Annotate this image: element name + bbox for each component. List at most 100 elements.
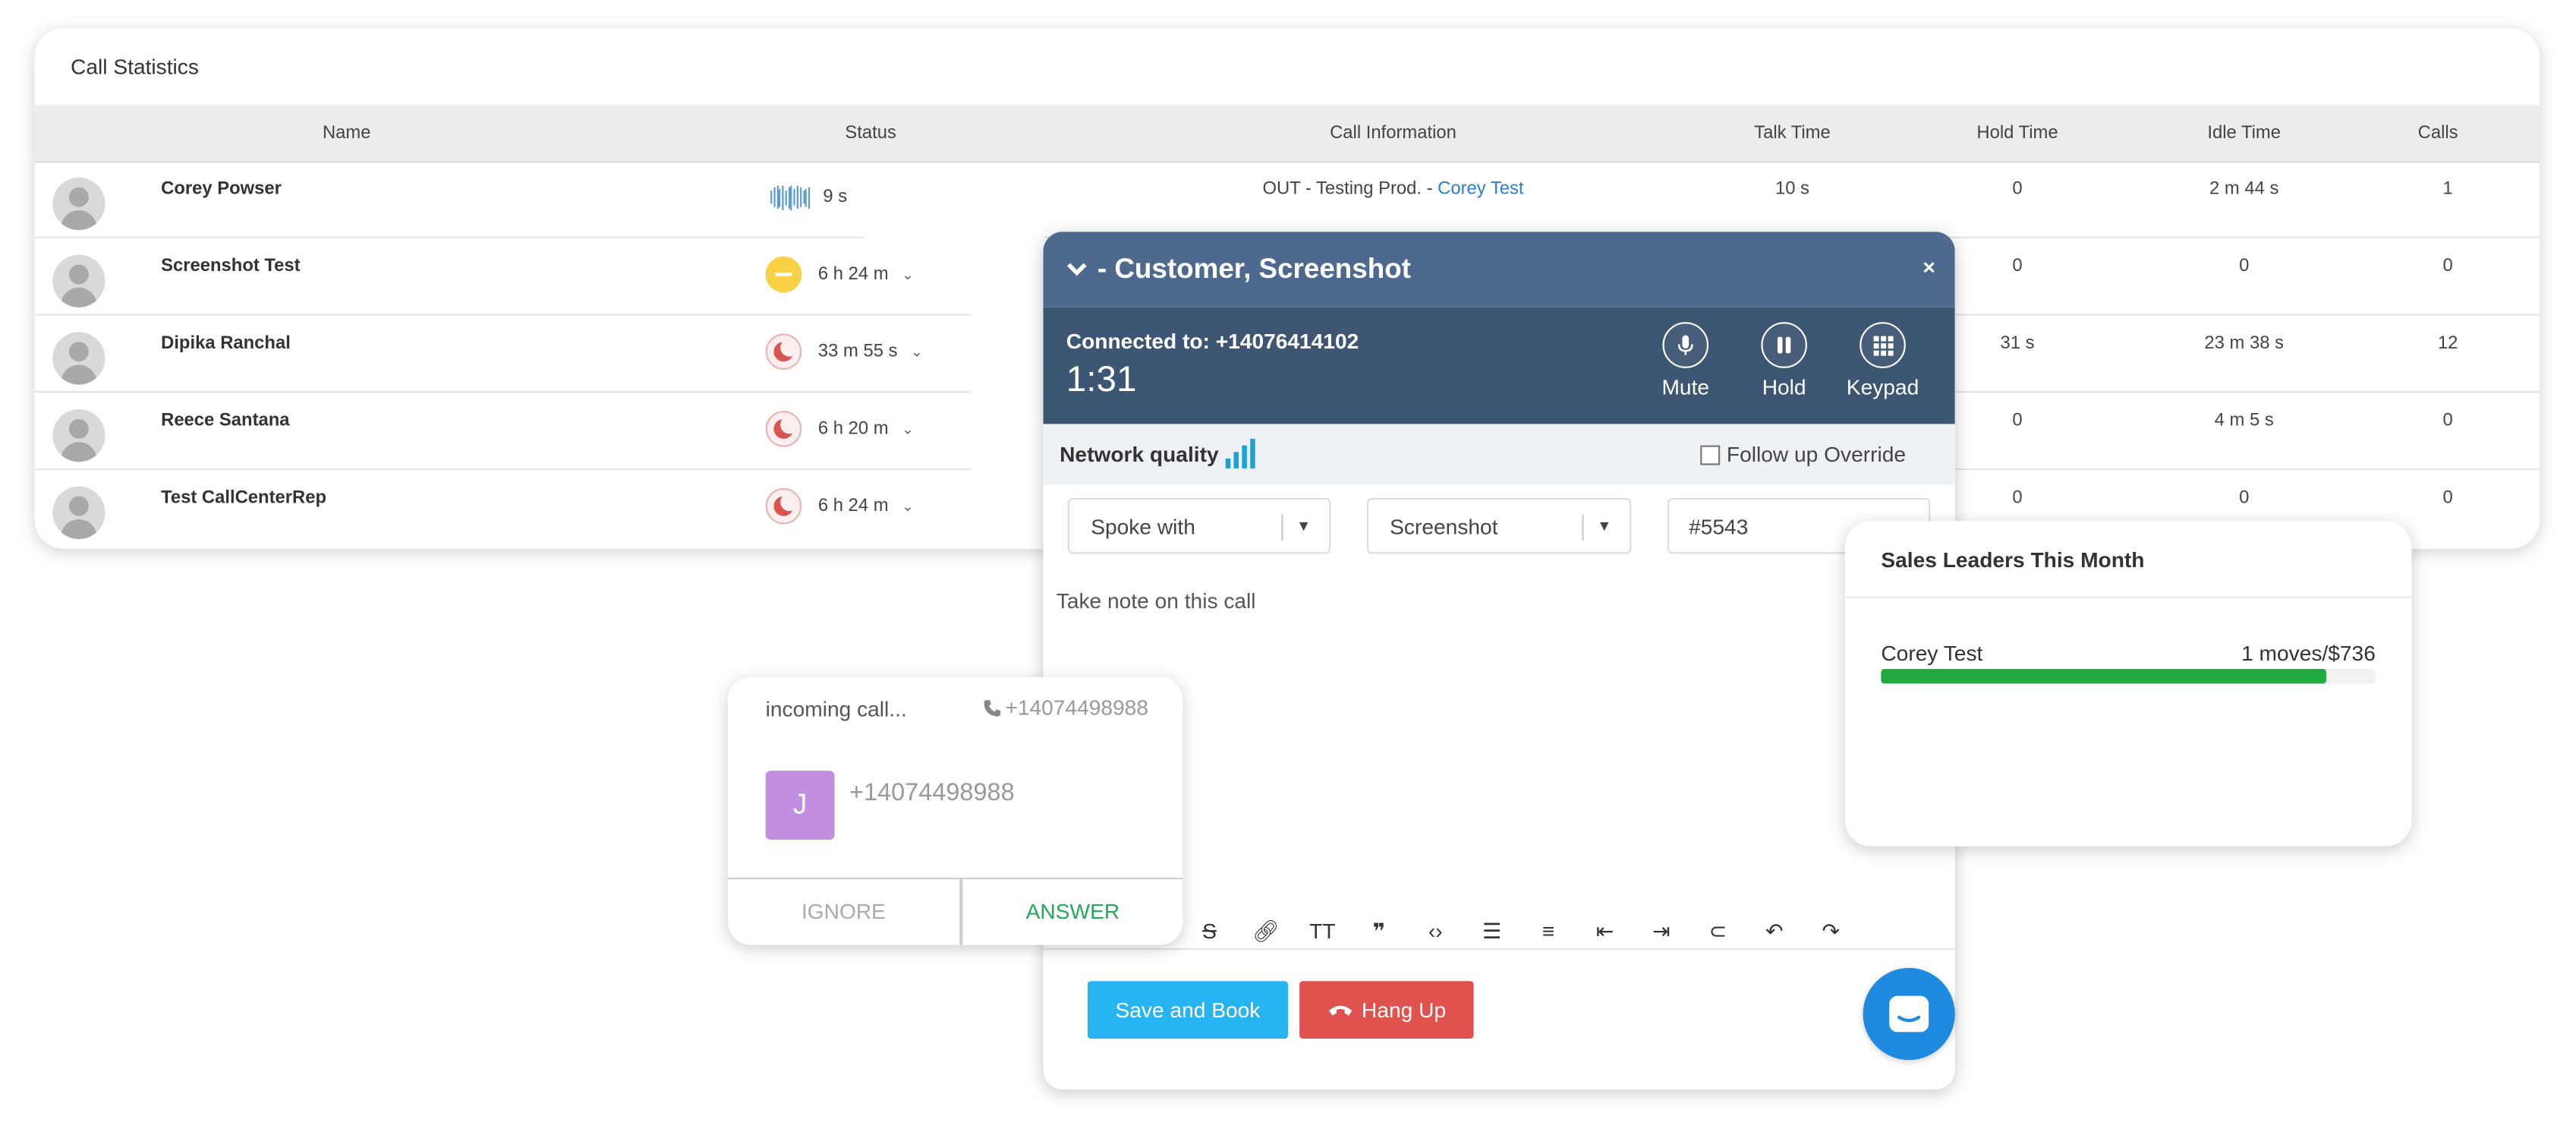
calls: 0 (2442, 256, 2453, 276)
leader-progress-bar (1881, 668, 2376, 684)
mute-button[interactable]: Mute (1645, 322, 1727, 399)
strikethrough-icon[interactable]: S (1181, 919, 1237, 945)
chat-launcher-button[interactable] (1863, 967, 1955, 1061)
col-hold-time[interactable]: Hold Time (1976, 106, 2058, 162)
leader-progress-fill (1881, 668, 2326, 684)
keypad-label: Keypad (1846, 374, 1919, 399)
code-icon[interactable]: ‹› (1407, 919, 1463, 945)
col-call-information[interactable]: Call Information (1330, 106, 1456, 162)
bullet-list-icon[interactable]: ☰ (1463, 919, 1519, 945)
status-time: 6 h 24 m (817, 264, 889, 285)
calls: 12 (2437, 333, 2458, 354)
moon-icon (765, 333, 802, 371)
follow-up-checkbox[interactable] (1700, 444, 1721, 465)
agent-name: Dipika Ranchal (161, 333, 291, 354)
col-talk-time[interactable]: Talk Time (1754, 106, 1831, 162)
leader-name: Corey Test (1881, 641, 1983, 666)
redo-icon[interactable]: ↷ (1803, 919, 1859, 945)
call-control-bar: Connected to: +14076414102 1:31 Mute Hol… (1043, 307, 1955, 424)
indent-icon[interactable]: ⇥ (1633, 919, 1690, 945)
leader-value: 1 moves/$736 (2241, 641, 2376, 666)
hold-button[interactable]: Hold (1743, 322, 1825, 399)
talk-time: 10 s (1775, 178, 1809, 199)
editor-toolbar: S 🔗︎ TT ❞ ‹› ☰ ≡ ⇤ ⇥ ⊂ ↶ ↷ (1181, 919, 1859, 945)
quote-icon[interactable]: ❞ (1351, 919, 1407, 945)
hold-time: 0 (2012, 256, 2023, 276)
col-status[interactable]: Status (845, 106, 896, 162)
moon-icon (765, 411, 802, 447)
connected-number: Connected to: +14076414102 (1066, 328, 1359, 354)
incoming-call-actions: IGNORE ANSWER (727, 877, 1183, 945)
hold-time: 0 (2012, 487, 2023, 508)
chevron-down-icon[interactable] (1066, 261, 1088, 278)
hang-up-button[interactable]: Hang Up (1299, 981, 1474, 1039)
call-panel-header: - Customer, Screenshot × (1043, 232, 1955, 307)
call-timer: 1:31 (1066, 358, 1137, 399)
status[interactable]: 6 h 20 m ⌄ (765, 409, 914, 449)
incoming-call-label: incoming call... (765, 696, 907, 722)
keypad-icon (1872, 335, 1893, 355)
col-name[interactable]: Name (323, 106, 371, 162)
answer-button[interactable]: ANSWER (962, 879, 1183, 945)
link-icon[interactable]: 🔗︎ (1238, 919, 1294, 945)
caret-down-icon: ▼ (1597, 517, 1612, 535)
agent-name: Screenshot Test (161, 256, 301, 276)
call-note-editor[interactable]: Take note on this call (1057, 588, 1256, 613)
keypad-button[interactable]: Keypad (1841, 322, 1923, 399)
call-statistics-title: Call Statistics (71, 54, 199, 79)
col-idle-time[interactable]: Idle Time (2207, 106, 2281, 162)
chevron-down-icon[interactable]: ⌄ (902, 266, 914, 284)
sales-leaders-card: Sales Leaders This Month Corey Test 1 mo… (1844, 521, 2412, 847)
hold-label: Hold (1762, 374, 1806, 399)
col-calls[interactable]: Calls (2418, 106, 2458, 162)
status[interactable]: 6 h 24 m ⌄ (765, 487, 914, 526)
caller-number: +14074498988 (849, 778, 1015, 807)
hold-time: 0 (2012, 178, 2023, 199)
avatar (52, 177, 105, 231)
disposition-select[interactable]: Spoke with ▼ (1067, 497, 1331, 554)
call-panel-title[interactable]: - Customer, Screenshot (1066, 253, 1411, 285)
caret-down-icon: ▼ (1296, 517, 1312, 535)
customer-link[interactable]: Corey Test (1438, 179, 1523, 199)
status[interactable]: 6 h 24 m ⌄ (765, 254, 914, 294)
agent-name: Reece Santana (161, 411, 290, 431)
status-time: 6 h 20 m (817, 418, 889, 439)
chevron-down-icon[interactable]: ⌄ (911, 342, 923, 361)
chevron-down-icon[interactable]: ⌄ (902, 420, 914, 438)
follow-up-label: Follow up Override (1726, 442, 1907, 467)
ignore-button[interactable]: IGNORE (728, 879, 959, 945)
incoming-number-top: +14074498988 (1005, 695, 1148, 721)
customer-name: - Customer, Screenshot (1097, 253, 1411, 285)
attachment-icon[interactable]: ⊂ (1690, 919, 1746, 945)
undo-icon[interactable]: ↶ (1746, 919, 1803, 945)
active-call-panel: - Customer, Screenshot × Connected to: +… (1043, 232, 1955, 1090)
disposition-value: Spoke with (1091, 514, 1195, 539)
status-time: 6 h 24 m (817, 496, 889, 516)
status[interactable]: 33 m 55 s ⌄ (765, 332, 923, 371)
network-quality-label: Network quality (1060, 442, 1219, 467)
status-time: 9 s (823, 187, 848, 207)
mute-label: Mute (1661, 374, 1710, 399)
chevron-down-icon[interactable]: ⌄ (902, 497, 914, 516)
contact-select[interactable]: Screenshot ▼ (1366, 497, 1632, 554)
save-and-book-button[interactable]: Save and Book (1087, 981, 1288, 1039)
follow-up-override[interactable]: Follow up Override (1700, 442, 1907, 467)
signal-bars-icon (1225, 438, 1255, 468)
table-header: Name Status Call Information Talk Time H… (34, 105, 2540, 163)
idle-time: 0 (2239, 487, 2250, 508)
incoming-caller-id: +14074498988 (982, 695, 1148, 720)
avatar (52, 254, 105, 307)
numbered-list-icon[interactable]: ≡ (1520, 919, 1576, 945)
text-size-icon[interactable]: TT (1294, 919, 1350, 945)
caller-avatar: J (765, 771, 835, 840)
avatar (52, 486, 105, 539)
outdent-icon[interactable]: ⇤ (1576, 919, 1633, 945)
agent-name: Test CallCenterRep (161, 487, 326, 508)
close-button[interactable]: × (1923, 254, 1935, 279)
hold-time: 0 (2012, 411, 2023, 431)
call-information-text: OUT - Testing Prod. - (1262, 178, 1438, 199)
chat-icon (1889, 995, 1929, 1033)
table-row[interactable]: Corey Powser 9 s OUT - Testing Prod. - C… (34, 161, 2540, 238)
status: 9 s (766, 178, 848, 217)
idle-time: 4 m 5 s (2214, 411, 2274, 431)
